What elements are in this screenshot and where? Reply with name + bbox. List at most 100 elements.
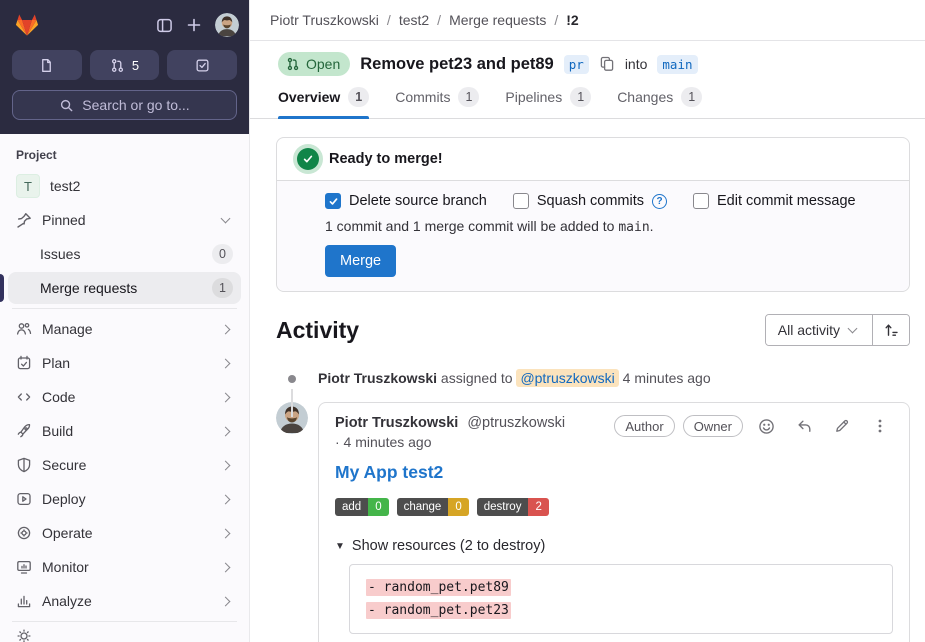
activity-heading: Activity — [276, 317, 359, 344]
more-actions-button[interactable] — [865, 415, 895, 437]
sidebar-item-merge-requests[interactable]: Merge requests 1 — [8, 272, 241, 304]
kebab-menu-icon — [872, 418, 888, 434]
system-note: Piotr Truszkowski assigned to @ptruszkow… — [276, 370, 910, 386]
note-card: Piotr Truszkowski @ptruszkowski · 4 minu… — [318, 402, 910, 642]
sidebar-item-operate[interactable]: Operate — [8, 517, 241, 549]
issues-shortcut-button[interactable] — [12, 50, 82, 80]
ready-check-icon — [297, 148, 319, 170]
sidebar-item-project-test2[interactable]: T test2 — [8, 170, 241, 202]
tab-label: Pipelines — [505, 89, 562, 105]
tab-label: Changes — [617, 89, 673, 105]
target-branch-badge[interactable]: main — [657, 55, 697, 74]
breadcrumb-merge-requests[interactable]: Merge requests — [449, 12, 546, 28]
mr-header: Open Remove pet23 and pet89 pr into main… — [250, 41, 925, 119]
note-author-username[interactable]: @ptruszkowski — [467, 415, 565, 431]
add-reaction-button[interactable] — [751, 415, 781, 437]
merge-summary-prefix: 1 commit and 1 merge commit will be adde… — [325, 218, 618, 234]
code-label: Code — [42, 389, 212, 405]
pinned-label: Pinned — [42, 212, 212, 228]
show-resources-toggle[interactable]: ▼ Show resources (2 to destroy) — [335, 538, 893, 554]
sidebar-item-partial[interactable] — [8, 628, 241, 642]
deleted-resource: - random_pet.pet23 — [366, 602, 511, 619]
breadcrumb-separator: / — [437, 12, 441, 28]
sidebar-item-deploy[interactable]: Deploy — [8, 483, 241, 515]
sidebar-item-pinned[interactable]: Pinned — [8, 204, 241, 236]
resources-details: ▼ Show resources (2 to destroy) - random… — [335, 538, 893, 634]
sidebar-toggle-button[interactable] — [149, 10, 179, 40]
code-line: - random_pet.pet89 — [366, 576, 876, 599]
badge-label: add — [335, 498, 368, 516]
secure-label: Secure — [42, 457, 212, 473]
tab-pipelines[interactable]: Pipelines 1 — [505, 87, 591, 118]
sidebar-item-code[interactable]: Code — [8, 381, 241, 413]
breadcrumb-project[interactable]: test2 — [399, 12, 429, 28]
tab-count-badge: 1 — [348, 87, 369, 107]
reply-icon — [796, 418, 813, 435]
tab-changes[interactable]: Changes 1 — [617, 87, 702, 118]
app-root: 5 Search or go to... Project T test2 Pin… — [0, 0, 925, 642]
todo-shortcut-button[interactable] — [167, 50, 237, 80]
discussion-note: Piotr Truszkowski @ptruszkowski · 4 minu… — [276, 402, 910, 642]
chevron-right-icon — [221, 392, 231, 402]
merge-requests-count-badge: 1 — [212, 278, 233, 298]
sidebar-item-secure[interactable]: Secure — [8, 449, 241, 481]
tab-count-badge: 1 — [681, 87, 702, 107]
chevron-right-icon — [221, 494, 231, 504]
search-placeholder: Search or go to... — [82, 97, 189, 113]
manage-label: Manage — [42, 321, 212, 337]
sidebar-item-monitor[interactable]: Monitor — [8, 551, 241, 583]
add-badge: add 0 — [335, 498, 389, 516]
tab-label: Commits — [395, 89, 450, 105]
monitor-icon — [16, 559, 32, 575]
edit-comment-button[interactable] — [827, 415, 857, 437]
tab-commits[interactable]: Commits 1 — [395, 87, 479, 118]
breadcrumb: Piotr Truszkowski / test2 / Merge reques… — [250, 0, 925, 41]
merge-button[interactable]: Merge — [325, 245, 396, 277]
merge-summary-branch: main — [618, 220, 649, 235]
squash-help-icon[interactable]: ? — [652, 194, 667, 209]
chevron-down-icon — [221, 214, 231, 224]
note-timestamp[interactable]: · 4 minutes ago — [335, 434, 565, 450]
mr-count: 5 — [132, 58, 139, 73]
sidebar-item-build[interactable]: Build — [8, 415, 241, 447]
squash-commits-option[interactable]: Squash commits ? — [513, 193, 667, 209]
sidebar-item-analyze[interactable]: Analyze — [8, 585, 241, 617]
pin-icon — [16, 212, 32, 228]
tab-overview[interactable]: Overview 1 — [278, 87, 369, 118]
mention-link[interactable]: @ptruszkowski — [516, 369, 618, 387]
build-label: Build — [42, 423, 212, 439]
reply-button[interactable] — [789, 415, 819, 437]
breadcrumb-user[interactable]: Piotr Truszkowski — [270, 12, 379, 28]
copy-branch-icon[interactable] — [599, 56, 615, 72]
note-author-name[interactable]: Piotr Truszkowski — [335, 415, 458, 431]
create-new-button[interactable] — [179, 10, 209, 40]
plan-label: Plan — [42, 355, 212, 371]
delete-source-branch-checkbox[interactable] — [325, 193, 341, 209]
badge-value: 2 — [528, 498, 548, 516]
activity-filter-dropdown[interactable]: All activity — [766, 315, 872, 345]
edit-commit-message-option[interactable]: Edit commit message — [693, 193, 856, 209]
search-button[interactable]: Search or go to... — [12, 90, 237, 120]
note-app-title-link[interactable]: My App test2 — [335, 462, 893, 483]
mr-title: Remove pet23 and pet89 — [360, 55, 554, 74]
sidebar-item-issues[interactable]: Issues 0 — [8, 238, 241, 270]
activity-filter-label: All activity — [778, 322, 840, 338]
operate-label: Operate — [42, 525, 212, 541]
timeline-dot — [288, 375, 296, 383]
sidebar-section-label: Project — [0, 140, 249, 168]
squash-commits-checkbox[interactable] — [513, 193, 529, 209]
gitlab-logo-icon[interactable] — [14, 13, 40, 37]
source-branch-badge[interactable]: pr — [564, 55, 589, 74]
edit-commit-message-checkbox[interactable] — [693, 193, 709, 209]
merge-requests-shortcut-button[interactable]: 5 — [90, 50, 160, 80]
sidebar-item-plan[interactable]: Plan — [8, 347, 241, 379]
tab-count-badge: 1 — [458, 87, 479, 107]
mr-state-label: Open — [306, 56, 340, 72]
smiley-icon — [758, 418, 775, 435]
chart-icon — [16, 593, 32, 609]
delete-source-branch-option[interactable]: Delete source branch — [325, 193, 487, 209]
option-label: Edit commit message — [717, 193, 856, 209]
sidebar-item-manage[interactable]: Manage — [8, 313, 241, 345]
user-avatar[interactable] — [215, 13, 239, 37]
sort-direction-button[interactable] — [873, 315, 909, 345]
